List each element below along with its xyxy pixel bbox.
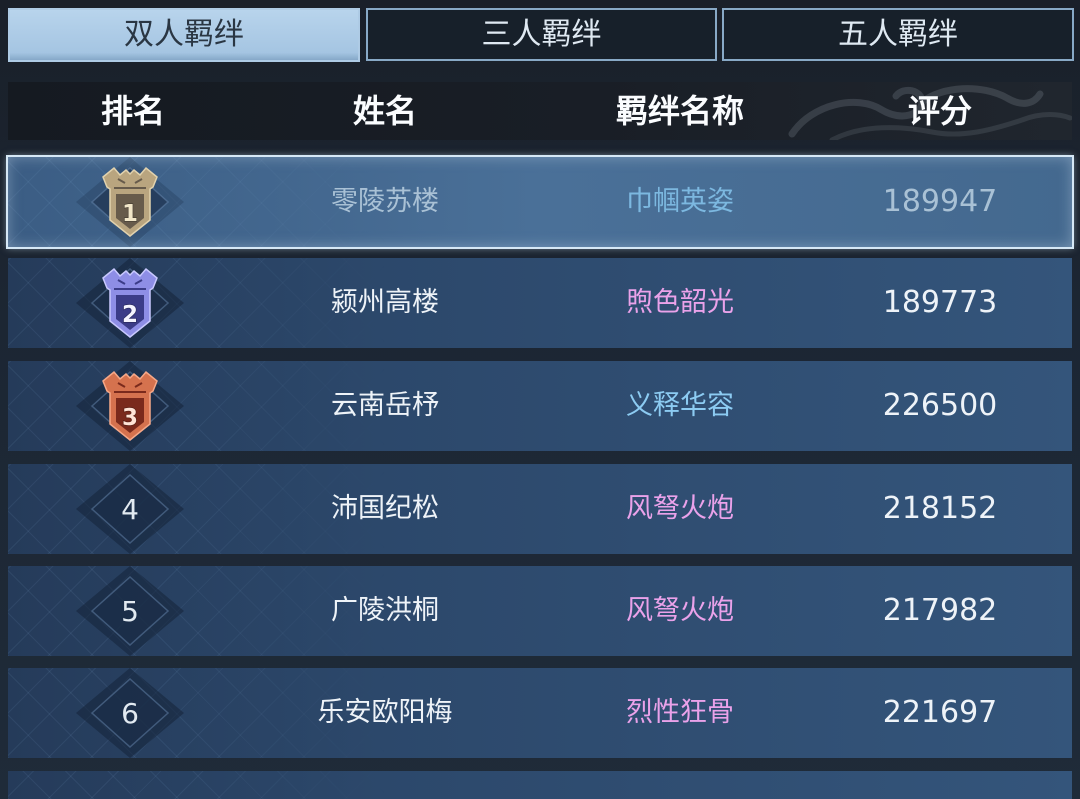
header-score: 评分 <box>907 92 972 130</box>
table-row[interactable]: 2 颍州高楼 煦色韶光 189773 <box>8 258 1072 348</box>
header-name: 姓名 <box>352 92 417 130</box>
score-value: 218152 <box>882 491 998 526</box>
player-name: 广陵洪桐 <box>331 595 439 626</box>
rank-badge-violet-icon: 2 <box>102 267 158 338</box>
player-name: 沛国纪松 <box>331 493 439 524</box>
table-row[interactable]: 1 零陵苏楼 巾帼英姿 189947 <box>8 157 1072 247</box>
rank-cell: 3 <box>70 361 190 451</box>
score-value: 189947 <box>882 184 998 219</box>
rank-number: 1 <box>122 201 138 227</box>
rank-number: 4 <box>121 493 139 526</box>
rank-cell: 6 <box>70 668 190 758</box>
table-row-partial[interactable] <box>8 771 1072 799</box>
rank-diamond-icon: 6 <box>76 668 184 758</box>
rank-diamond-icon: 4 <box>76 464 184 554</box>
rank-cell: 1 <box>70 157 190 247</box>
bond-name: 巾帼英姿 <box>626 186 734 217</box>
score-value: 189773 <box>882 285 998 320</box>
rank-cell: 4 <box>70 464 190 554</box>
tab-five-bond[interactable]: 五人羁绊 <box>722 8 1074 61</box>
rank-cell: 5 <box>70 566 190 656</box>
bond-name: 风弩火炮 <box>626 493 734 524</box>
rank-diamond-icon: 5 <box>76 566 184 656</box>
player-name: 颍州高楼 <box>331 287 439 318</box>
score-value: 217982 <box>882 593 998 628</box>
player-name: 云南岳杼 <box>331 390 439 421</box>
table-row[interactable]: 4 沛国纪松 风弩火炮 218152 <box>8 464 1072 554</box>
bond-name: 风弩火炮 <box>626 595 734 626</box>
score-value: 226500 <box>882 388 998 423</box>
table-row[interactable]: 5 广陵洪桐 风弩火炮 217982 <box>8 566 1072 656</box>
player-name: 乐安欧阳梅 <box>317 697 453 728</box>
header-rank: 排名 <box>100 92 165 130</box>
table-header: 排名 姓名 羁绊名称 评分 <box>8 82 1072 140</box>
rank-number: 3 <box>122 405 138 431</box>
bond-name: 煦色韶光 <box>626 287 734 318</box>
rank-number: 6 <box>121 697 139 730</box>
rank-badge-red-icon: 3 <box>102 370 158 441</box>
tab-duo-bond[interactable]: 双人羁绊 <box>8 8 360 62</box>
score-value: 221697 <box>882 695 998 730</box>
bond-name: 烈性狂骨 <box>626 697 734 728</box>
rank-number: 2 <box>122 302 138 328</box>
tab-trio-bond[interactable]: 三人羁绊 <box>366 8 717 61</box>
rank-badge-gold-icon: 1 <box>102 166 158 237</box>
bond-name: 义释华容 <box>626 390 734 421</box>
player-name: 零陵苏楼 <box>331 186 439 217</box>
rank-number: 5 <box>121 595 139 628</box>
header-bond: 羁绊名称 <box>615 92 744 130</box>
rank-cell: 2 <box>70 258 190 348</box>
table-row[interactable]: 6 乐安欧阳梅 烈性狂骨 221697 <box>8 668 1072 758</box>
table-row[interactable]: 3 云南岳杼 义释华容 226500 <box>8 361 1072 451</box>
